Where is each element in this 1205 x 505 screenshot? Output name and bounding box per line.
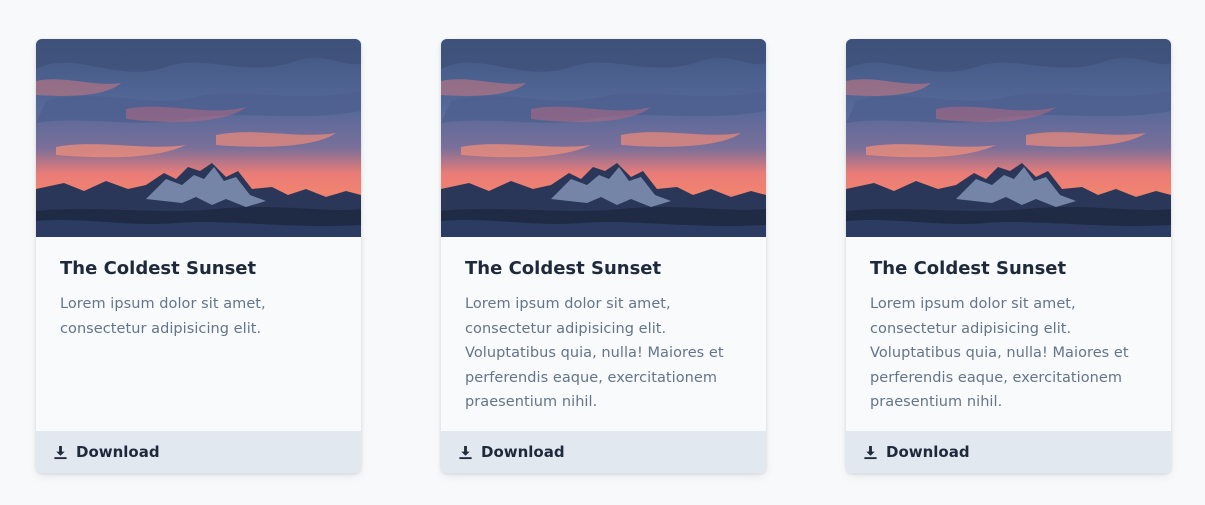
card-body: The Coldest Sunset Lorem ipsum dolor sit… <box>441 237 766 431</box>
download-button[interactable]: Download <box>441 431 766 473</box>
card-image <box>846 39 1171 237</box>
card-text: Lorem ipsum dolor sit amet, consectetur … <box>60 296 266 337</box>
card-image <box>36 39 361 237</box>
card-body: The Coldest Sunset Lorem ipsum dolor sit… <box>36 237 361 431</box>
card-text: Lorem ipsum dolor sit amet, consectetur … <box>870 296 1129 410</box>
download-icon <box>863 445 878 460</box>
card: The Coldest Sunset Lorem ipsum dolor sit… <box>36 39 361 473</box>
card-image <box>441 39 766 237</box>
card-title: The Coldest Sunset <box>60 258 257 279</box>
card: The Coldest Sunset Lorem ipsum dolor sit… <box>846 39 1171 473</box>
download-button[interactable]: Download <box>846 431 1171 473</box>
card-title: The Coldest Sunset <box>465 258 662 279</box>
card-body: The Coldest Sunset Lorem ipsum dolor sit… <box>846 237 1171 431</box>
card-grid: The Coldest Sunset Lorem ipsum dolor sit… <box>36 39 1171 473</box>
download-label: Download <box>886 443 970 461</box>
card-title: The Coldest Sunset <box>870 258 1067 279</box>
card-text: Lorem ipsum dolor sit amet, consectetur … <box>465 296 724 410</box>
download-icon <box>53 445 68 460</box>
download-icon <box>458 445 473 460</box>
card: The Coldest Sunset Lorem ipsum dolor sit… <box>441 39 766 473</box>
download-label: Download <box>481 443 565 461</box>
download-label: Download <box>76 443 160 461</box>
download-button[interactable]: Download <box>36 431 361 473</box>
